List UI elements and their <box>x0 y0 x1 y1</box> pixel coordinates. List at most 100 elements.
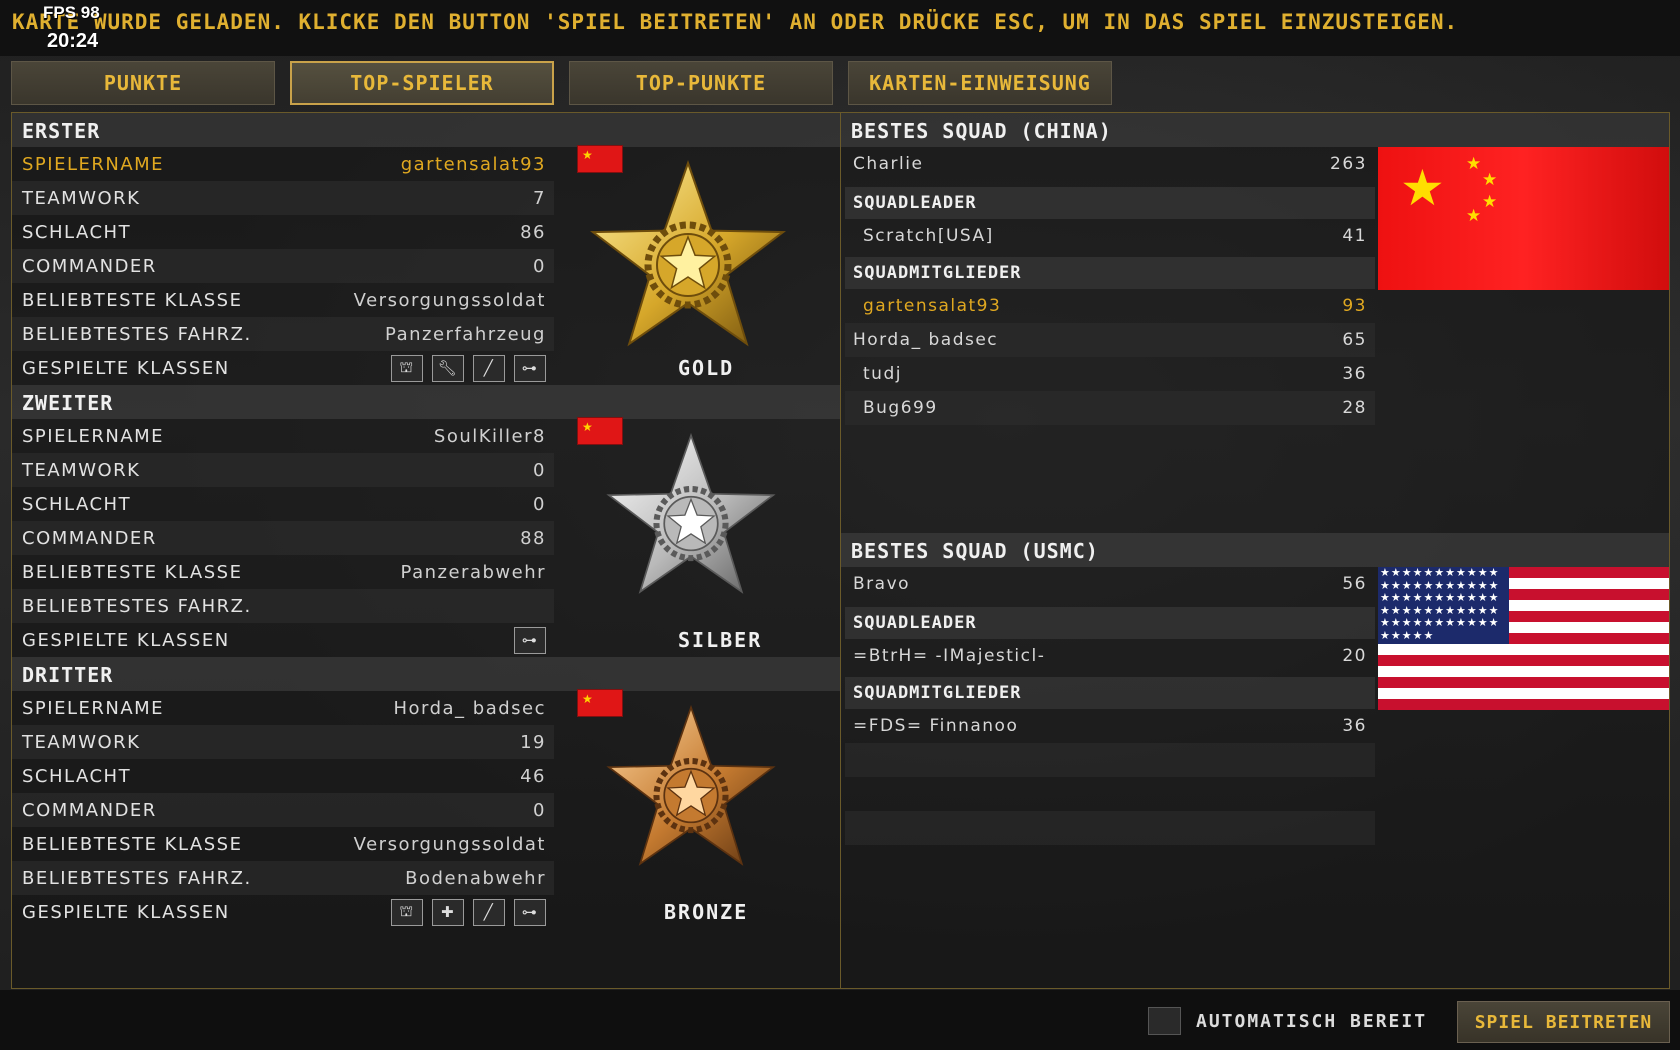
stat-value: Panzerabwehr <box>400 561 546 583</box>
stat-value: 46 <box>520 765 546 787</box>
auto-ready-checkbox[interactable] <box>1148 1007 1181 1035</box>
engineer-class-icon: ⛫ <box>391 354 423 382</box>
squad-score: 263 <box>1330 154 1367 174</box>
tab-bar: PUNKTE TOP-SPIELER TOP-PUNKTE KARTEN-EIN… <box>11 61 1112 106</box>
stat-row: SCHLACHT 86 <box>12 215 554 249</box>
top-bar: KARTE WURDE GELADEN. KLICKE DEN BUTTON '… <box>0 0 1680 56</box>
squadleader-heading: SQUADLEADER <box>845 607 1375 639</box>
silber-medal-icon <box>596 425 786 614</box>
stat-label: COMMANDER <box>22 255 157 277</box>
played-classes: ⛫ ✚ ╱ ⊶ <box>391 898 546 926</box>
stat-label: BELIEBTESTE KLASSE <box>22 561 243 583</box>
engineer-class-icon: ⛫ <box>391 898 423 926</box>
empty-member-row <box>845 743 1375 777</box>
player-rank-heading: DRITTER <box>12 657 840 691</box>
stat-value: 0 <box>533 493 546 515</box>
stat-row: BELIEBTESTES FAHRZ. Bodenabwehr <box>12 861 554 895</box>
squad-member-row: tudj 36 <box>845 357 1375 391</box>
played-classes: ⛫ 🔧︎ ╱ ⊶ <box>391 354 546 382</box>
stat-label: SCHLACHT <box>22 493 132 515</box>
squad-name: Charlie <box>853 154 924 174</box>
stat-row: TEAMWORK 19 <box>12 725 554 759</box>
squad-name-row: Bravo 56 <box>845 567 1375 601</box>
member-name: =FDS= Finnanoo <box>853 716 1019 736</box>
stat-label: COMMANDER <box>22 527 157 549</box>
stat-value: 0 <box>533 255 546 277</box>
member-score: 36 <box>1342 716 1367 736</box>
stat-label: SCHLACHT <box>22 765 132 787</box>
stat-value: Panzerfahrzeug <box>385 323 546 345</box>
stat-row: BELIEBTESTES FAHRZ. Panzerfahrzeug <box>12 317 554 351</box>
auto-ready-label: AUTOMATISCH BEREIT <box>1196 1011 1428 1032</box>
join-game-button[interactable]: SPIEL BEITRETEN <box>1457 1001 1670 1043</box>
member-score: 93 <box>1342 296 1367 316</box>
tab-top-punkte[interactable]: TOP-PUNKTE <box>569 61 833 105</box>
stat-row: GESPIELTE KLASSEN ⛫ ✚ ╱ ⊶ <box>12 895 554 929</box>
played-classes: ⊶ <box>514 626 546 654</box>
tab-top-spieler[interactable]: TOP-SPIELER <box>290 61 554 105</box>
stat-label: SPIELERNAME <box>22 697 165 719</box>
stat-row: GESPIELTE KLASSEN ⊶ <box>12 623 554 657</box>
stat-row: SPIELERNAME SoulKiller8 <box>12 419 554 453</box>
stat-label: TEAMWORK <box>22 187 141 209</box>
squadmembers-heading: SQUADMITGLIEDER <box>845 257 1375 289</box>
svg-text:★: ★ <box>1466 154 1481 174</box>
squad-heading: BESTES SQUAD (CHINA) <box>841 113 1669 147</box>
stat-value: Versorgungssoldat <box>353 833 546 855</box>
svg-text:★: ★ <box>1400 159 1445 217</box>
antitank-class-icon: ⊶ <box>514 626 546 654</box>
stat-value: 7 <box>533 187 546 209</box>
stat-row: GESPIELTE KLASSEN ⛫ 🔧︎ ╱ ⊶ <box>12 351 554 385</box>
squad-name: Bravo <box>853 574 911 594</box>
member-score: 28 <box>1342 398 1367 418</box>
tab-punkte[interactable]: PUNKTE <box>11 61 275 105</box>
stat-label: SPIELERNAME <box>22 153 165 175</box>
stat-label: GESPIELTE KLASSEN <box>22 901 230 923</box>
svg-text:★: ★ <box>1482 170 1497 190</box>
stat-row: COMMANDER 88 <box>12 521 554 555</box>
stat-row: SPIELERNAME Horda_ badsec <box>12 691 554 725</box>
squadleader-row: =BtrH= -IMajesticl- 20 <box>845 639 1375 673</box>
empty-member-row <box>845 845 1375 879</box>
medic-class-icon: ✚ <box>432 898 464 926</box>
stat-label: BELIEBTESTES FAHRZ. <box>22 323 252 345</box>
status-message: KARTE WURDE GELADEN. KLICKE DEN BUTTON '… <box>12 10 1459 34</box>
squad-member-row: Bug699 28 <box>845 391 1375 425</box>
stat-value: 19 <box>520 731 546 753</box>
member-score: 20 <box>1342 646 1367 666</box>
bottom-bar <box>0 990 1680 1050</box>
stat-label: BELIEBTESTE KLASSE <box>22 289 243 311</box>
squad-heading: BESTES SQUAD (USMC) <box>841 533 1669 567</box>
stat-row: SPIELERNAME gartensalat93 <box>12 147 554 181</box>
stat-row: COMMANDER 0 <box>12 793 554 827</box>
empty-member-row <box>845 811 1375 845</box>
stat-value: gartensalat93 <box>400 153 546 175</box>
stat-label: BELIEBTESTE KLASSE <box>22 833 243 855</box>
wrench-class-icon: 🔧︎ <box>432 354 464 382</box>
member-score: 36 <box>1342 364 1367 384</box>
stat-row: COMMANDER 0 <box>12 249 554 283</box>
assault-rifle-class-icon: ╱ <box>473 354 505 382</box>
squad-member-row: gartensalat93 93 <box>845 289 1375 323</box>
member-name: Horda_ badsec <box>853 330 999 350</box>
squadleader-heading: SQUADLEADER <box>845 187 1375 219</box>
svg-text:★: ★ <box>1466 206 1481 226</box>
stat-value: 0 <box>533 459 546 481</box>
member-score: 65 <box>1342 330 1367 350</box>
member-name: tudj <box>863 364 902 384</box>
member-name: gartensalat93 <box>863 296 1002 316</box>
antitank-class-icon: ⊶ <box>514 354 546 382</box>
tab-karten-einweisung[interactable]: KARTEN-EINWEISUNG <box>848 61 1112 105</box>
member-score: 41 <box>1342 226 1367 246</box>
stat-label: SCHLACHT <box>22 221 132 243</box>
medal-label: BRONZE <box>664 900 749 924</box>
player-rank-heading: ZWEITER <box>12 385 840 419</box>
empty-member-row <box>845 777 1375 811</box>
bronze-medal-icon <box>596 697 786 886</box>
member-name: =BtrH= -IMajesticl- <box>853 646 1046 666</box>
stat-value: Horda_ badsec <box>393 697 546 719</box>
squad-member-row: =FDS= Finnanoo 36 <box>845 709 1375 743</box>
stat-row: TEAMWORK 0 <box>12 453 554 487</box>
empty-member-row <box>845 425 1375 459</box>
antitank-class-icon: ⊶ <box>514 898 546 926</box>
